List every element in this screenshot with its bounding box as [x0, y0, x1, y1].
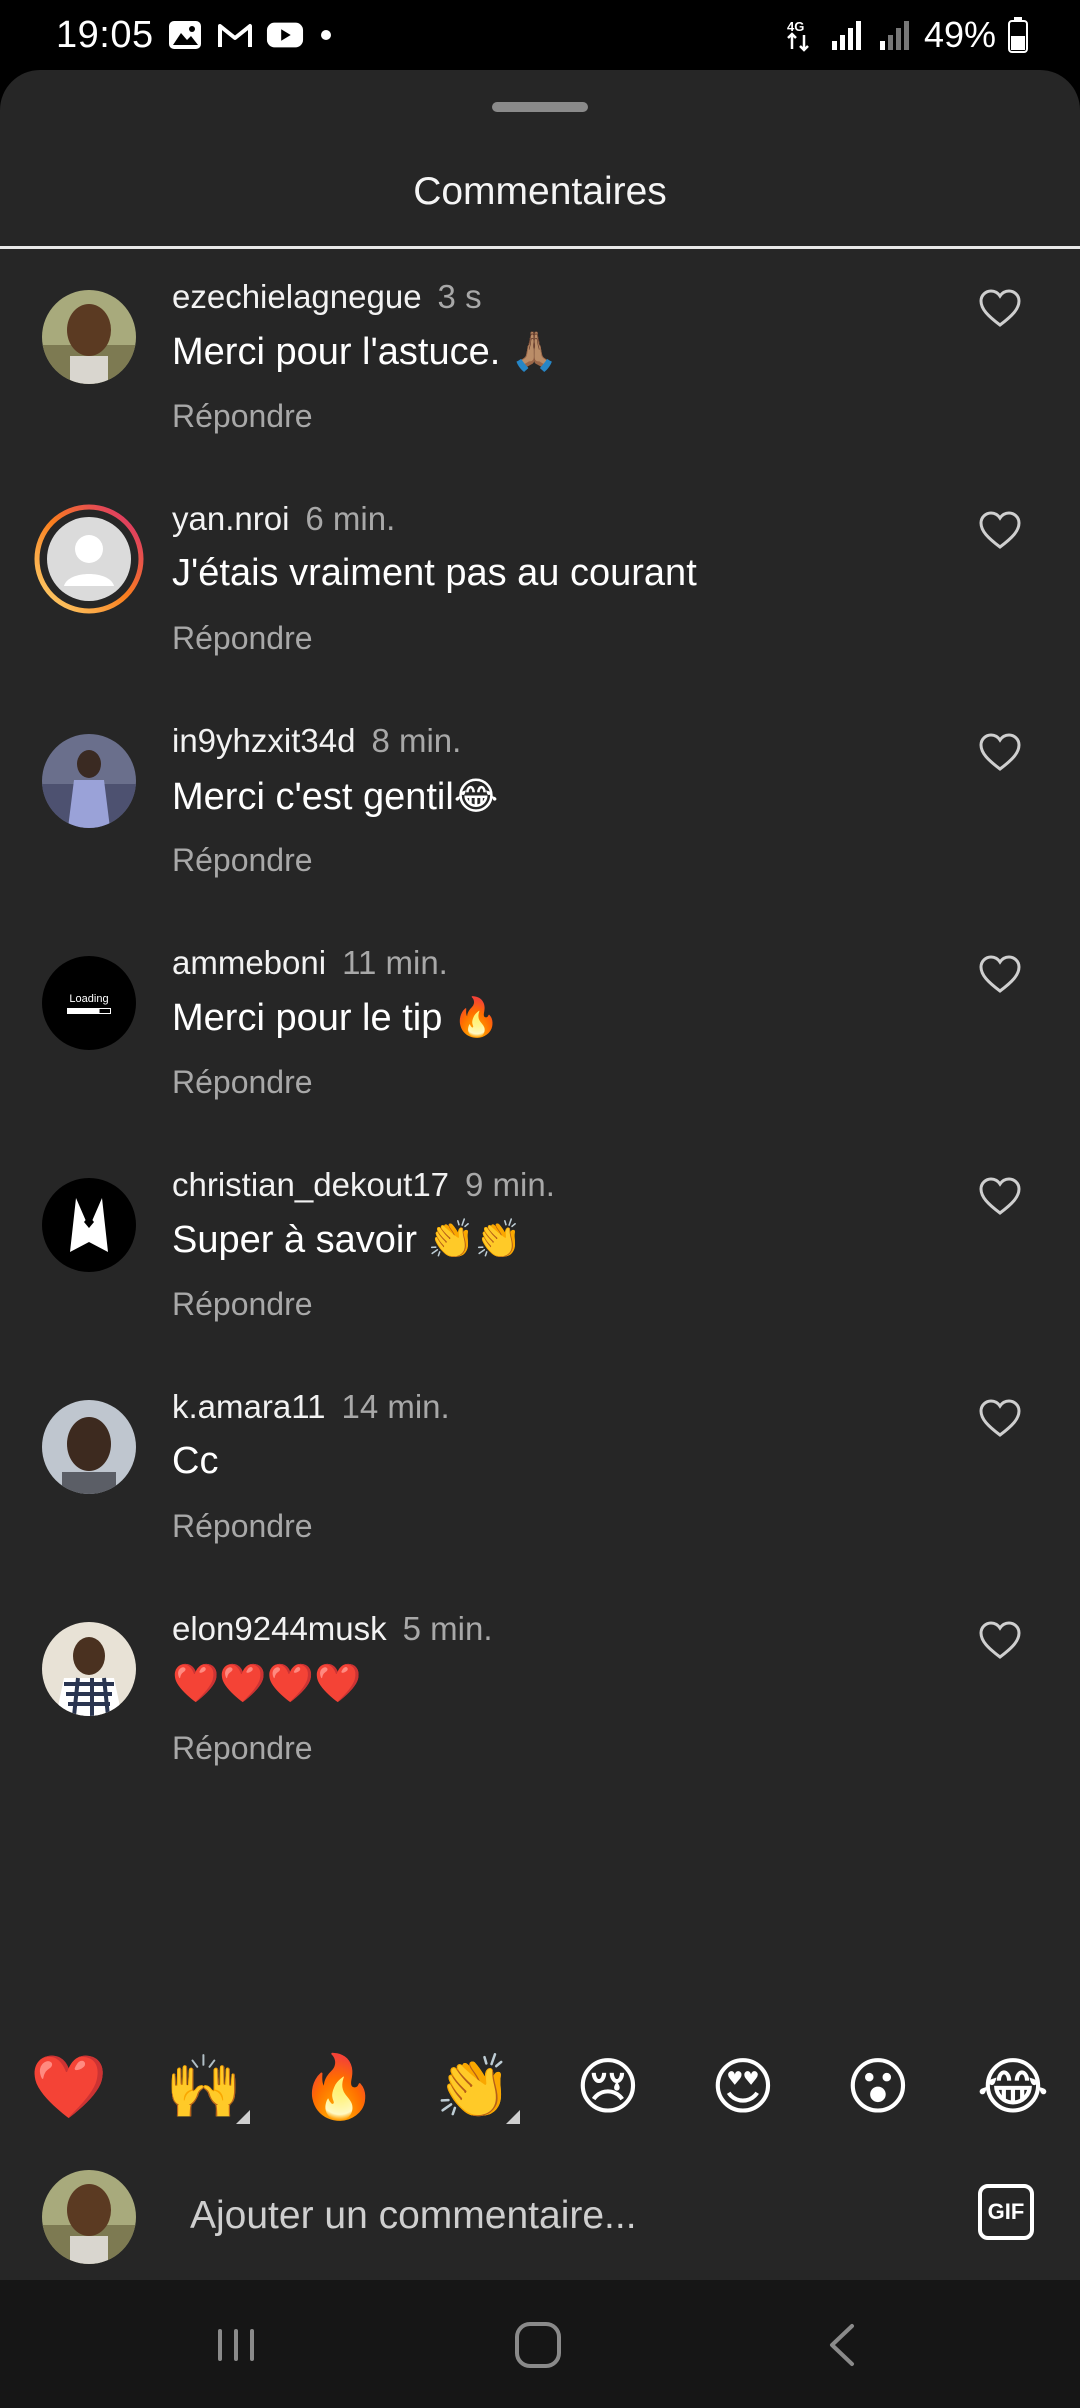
- comment-header: k.amara11 14 min.: [172, 1388, 450, 1426]
- comment-input[interactable]: Ajouter un commentaire...: [190, 2194, 637, 2238]
- gallery-icon: [166, 18, 204, 52]
- status-left: 19:05: [56, 14, 336, 57]
- reaction-crying[interactable]: 😢: [570, 2050, 646, 2126]
- reply-button[interactable]: Répondre: [172, 398, 313, 435]
- status-right: 4G 49%: [780, 14, 1030, 56]
- system-nav-bar: [0, 2280, 1080, 2408]
- battery-icon: [1006, 17, 1030, 53]
- comment-time: 6 min.: [305, 500, 396, 537]
- username[interactable]: ezechielagnegue: [172, 278, 422, 315]
- comment-time: 14 min.: [341, 1388, 450, 1425]
- reply-button[interactable]: Répondre: [172, 842, 313, 879]
- avatar[interactable]: [42, 1622, 136, 1716]
- heart-icon[interactable]: [978, 732, 1022, 772]
- status-bar: 19:05 4G 49%: [0, 0, 1080, 70]
- comment-text: Cc: [172, 1440, 219, 1482]
- comment-item: in9yhzxit34d 8 min. Merci c'est gentil😂 R…: [0, 722, 1080, 944]
- comment-item: elon9244musk 5 min. ❤️❤️❤️❤️ Répondre: [0, 1610, 1080, 1832]
- reply-button[interactable]: Répondre: [172, 1064, 313, 1101]
- svg-text:4G: 4G: [787, 19, 804, 34]
- comment-text: Merci pour l'astuce. 🙏🏽: [172, 331, 559, 373]
- avatar-with-story-ring[interactable]: [34, 504, 144, 614]
- comment-item: yan.nroi 6 min. J'étais vraiment pas au c…: [0, 500, 1080, 722]
- avatar-loading-text: Loading: [69, 992, 109, 1005]
- comment-text: Merci c'est gentil😂: [172, 776, 499, 818]
- comment-item: ezechielagnegue 3 s Merci pour l'astuce. …: [0, 278, 1080, 500]
- comment-text: Super à savoir 👏👏: [172, 1219, 523, 1261]
- gmail-icon: [216, 18, 254, 52]
- comment-text: J'étais vraiment pas au courant: [172, 552, 697, 594]
- reaction-raised-hands[interactable]: 🙌: [165, 2050, 242, 2126]
- heart-icon[interactable]: [978, 1398, 1022, 1438]
- title-divider: [0, 246, 1080, 249]
- comment-header: elon9244musk 5 min.: [172, 1610, 493, 1648]
- comment-header: ezechielagnegue 3 s: [172, 278, 482, 316]
- reaction-clap[interactable]: 👏: [435, 2050, 512, 2126]
- reply-button[interactable]: Répondre: [172, 1286, 313, 1323]
- comment-text: ❤️❤️❤️❤️: [172, 1663, 362, 1705]
- username[interactable]: k.amara11: [172, 1388, 325, 1425]
- comment-time: 11 min.: [342, 944, 448, 981]
- drag-handle[interactable]: [492, 102, 588, 112]
- home-button[interactable]: [508, 2320, 568, 2370]
- username[interactable]: christian_dekout17: [172, 1166, 449, 1203]
- reaction-heart-eyes[interactable]: 😍: [705, 2050, 781, 2126]
- gif-button[interactable]: GIF: [978, 2184, 1034, 2240]
- heart-icon[interactable]: [978, 288, 1022, 328]
- reply-button[interactable]: Répondre: [172, 1730, 313, 1767]
- avatar[interactable]: Loading: [42, 956, 136, 1050]
- comment-text: Merci pour le tip 🔥: [172, 997, 501, 1039]
- reply-button[interactable]: Répondre: [172, 1508, 313, 1545]
- status-time: 19:05: [56, 13, 154, 56]
- signal-icon-2: [876, 18, 914, 52]
- current-user-avatar: [42, 2170, 136, 2264]
- username[interactable]: in9yhzxit34d: [172, 722, 355, 759]
- comment-time: 5 min.: [402, 1610, 493, 1647]
- skin-tone-indicator: [236, 2110, 250, 2124]
- youtube-icon: [266, 18, 304, 52]
- signal-icon: [828, 18, 866, 52]
- avatar[interactable]: [42, 1178, 136, 1272]
- heart-icon[interactable]: [978, 1176, 1022, 1216]
- quick-reactions: ❤️ 🙌 🔥 👏 😢 😍 😮 😂: [0, 2050, 1080, 2130]
- sheet-title: Commentaires: [413, 170, 667, 213]
- comment-item: k.amara11 14 min. Cc Répondre: [0, 1388, 1080, 1610]
- comment-header: christian_dekout17 9 min.: [172, 1166, 555, 1204]
- comment-input-bar: Ajouter un commentaire... GIF: [0, 2160, 1080, 2278]
- comment-item: Loading ammeboni 11 min. Merci pour le ti…: [0, 944, 1080, 1166]
- username[interactable]: yan.nroi: [172, 500, 289, 537]
- reply-button[interactable]: Répondre: [172, 620, 313, 657]
- comments-sheet: Commentaires ezechielagnegue 3 s Merci po…: [0, 70, 1080, 2280]
- comment-item: christian_dekout17 9 min. Super à savoir …: [0, 1166, 1080, 1388]
- network-icon: 4G: [780, 18, 818, 52]
- comment-header: ammeboni 11 min.: [172, 944, 448, 982]
- loading-bar: [67, 1007, 111, 1014]
- reaction-surprised[interactable]: 😮: [840, 2050, 916, 2126]
- reaction-heart[interactable]: ❤️: [30, 2050, 107, 2126]
- avatar[interactable]: [42, 734, 136, 828]
- comment-header: in9yhzxit34d 8 min.: [172, 722, 461, 760]
- avatar[interactable]: [42, 290, 136, 384]
- heart-icon[interactable]: [978, 510, 1022, 550]
- recent-apps-button[interactable]: [206, 2320, 266, 2370]
- heart-icon[interactable]: [978, 1620, 1022, 1660]
- comment-time: 3 s: [437, 278, 482, 315]
- comment-time: 8 min.: [371, 722, 462, 759]
- comment-header: yan.nroi 6 min.: [172, 500, 395, 538]
- back-button[interactable]: [812, 2320, 872, 2370]
- comment-time: 9 min.: [465, 1166, 555, 1203]
- skin-tone-indicator: [506, 2110, 520, 2124]
- avatar[interactable]: [42, 1400, 136, 1494]
- username[interactable]: elon9244musk: [172, 1610, 387, 1647]
- heart-icon[interactable]: [978, 954, 1022, 994]
- reaction-laughing[interactable]: 😂: [975, 2050, 1051, 2126]
- username[interactable]: ammeboni: [172, 944, 326, 981]
- dot-icon: [316, 18, 336, 52]
- reaction-fire[interactable]: 🔥: [300, 2050, 377, 2126]
- battery-percent: 49%: [923, 14, 996, 55]
